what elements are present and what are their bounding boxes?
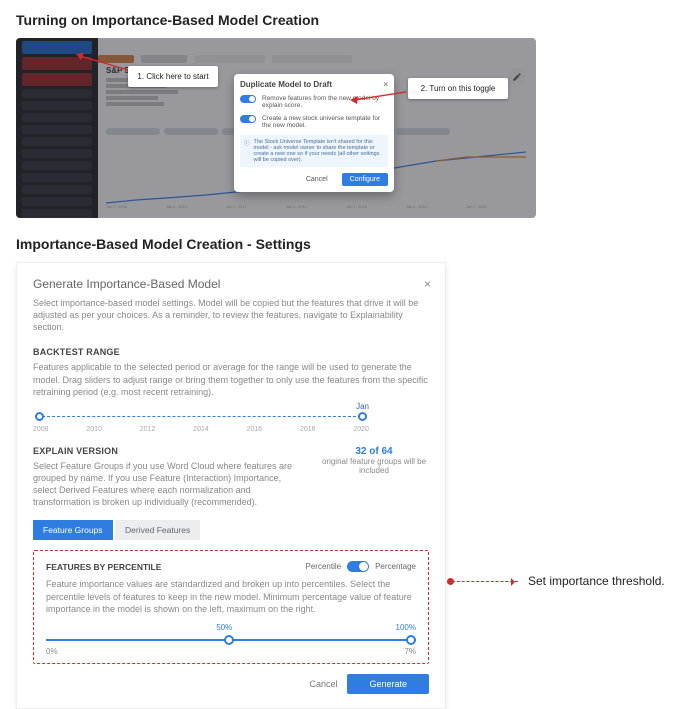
callout-2: 2. Turn on this toggle (408, 78, 508, 99)
callout-1: 1. Click here to start (128, 66, 218, 87)
toggle-new-universe-label: Create a new stock universe template for… (262, 115, 388, 129)
tab-feature-groups[interactable]: Feature Groups (33, 520, 113, 540)
section-1-title: Turning on Importance-Based Model Creati… (16, 12, 672, 28)
toggle-right-label: Percentage (375, 562, 416, 571)
backtest-range-slider[interactable]: Jan 2008 2010 2012 2014 2016 2018 2020 (33, 408, 429, 434)
configure-button[interactable]: Configure (342, 173, 388, 186)
generate-dialog-title: Generate Importance-Based Model (33, 277, 429, 291)
explain-version-head: EXPLAIN VERSION (33, 446, 307, 456)
dialog-title: Duplicate Model to Draft (240, 80, 332, 89)
features-by-percentile-box: FEATURES BY PERCENTILE Percentile Percen… (33, 550, 429, 663)
percentile-percentage-toggle[interactable] (347, 561, 369, 572)
toggle-left-label: Percentile (306, 562, 342, 571)
close-icon[interactable]: × (383, 80, 388, 89)
screenshot-1: S&P 500 Jan 1, 2008Jan 1, 2010 Jan 1, 20… (16, 38, 536, 218)
generate-dialog-desc: Select importance-based model settings. … (33, 297, 429, 333)
explain-version-body: Select Feature Groups if you use Word Cl… (33, 460, 307, 509)
percentile-slider[interactable]: 50% 100% 0% 7% (46, 629, 416, 653)
generate-button[interactable]: Generate (347, 674, 429, 694)
tab-derived-features[interactable]: Derived Features (115, 520, 200, 540)
backtest-range-body: Features applicable to the selected peri… (33, 361, 429, 397)
backtest-range-head: BACKTEST RANGE (33, 347, 429, 357)
dialog-info: ⓘ The Stock Universe Template isn't shar… (240, 135, 388, 167)
cancel-button[interactable]: Cancel (309, 679, 337, 689)
fbp-body: Feature importance values are standardiz… (46, 578, 416, 614)
section-2-title: Importance-Based Model Creation - Settin… (16, 236, 672, 252)
external-annotation: Set importance threshold. (452, 574, 682, 588)
generate-dialog: Generate Importance-Based Model × Select… (16, 262, 446, 709)
info-icon: ⓘ (244, 139, 250, 163)
fbp-head: FEATURES BY PERCENTILE (46, 562, 161, 572)
feature-count: 32 of 64 original feature groups will be… (319, 446, 429, 475)
toggle-new-universe[interactable] (240, 115, 256, 123)
close-icon[interactable]: × (424, 277, 431, 291)
toggle-remove-features[interactable] (240, 95, 256, 103)
range-end-label: Jan (356, 402, 369, 411)
cancel-button[interactable]: Cancel (298, 173, 336, 186)
